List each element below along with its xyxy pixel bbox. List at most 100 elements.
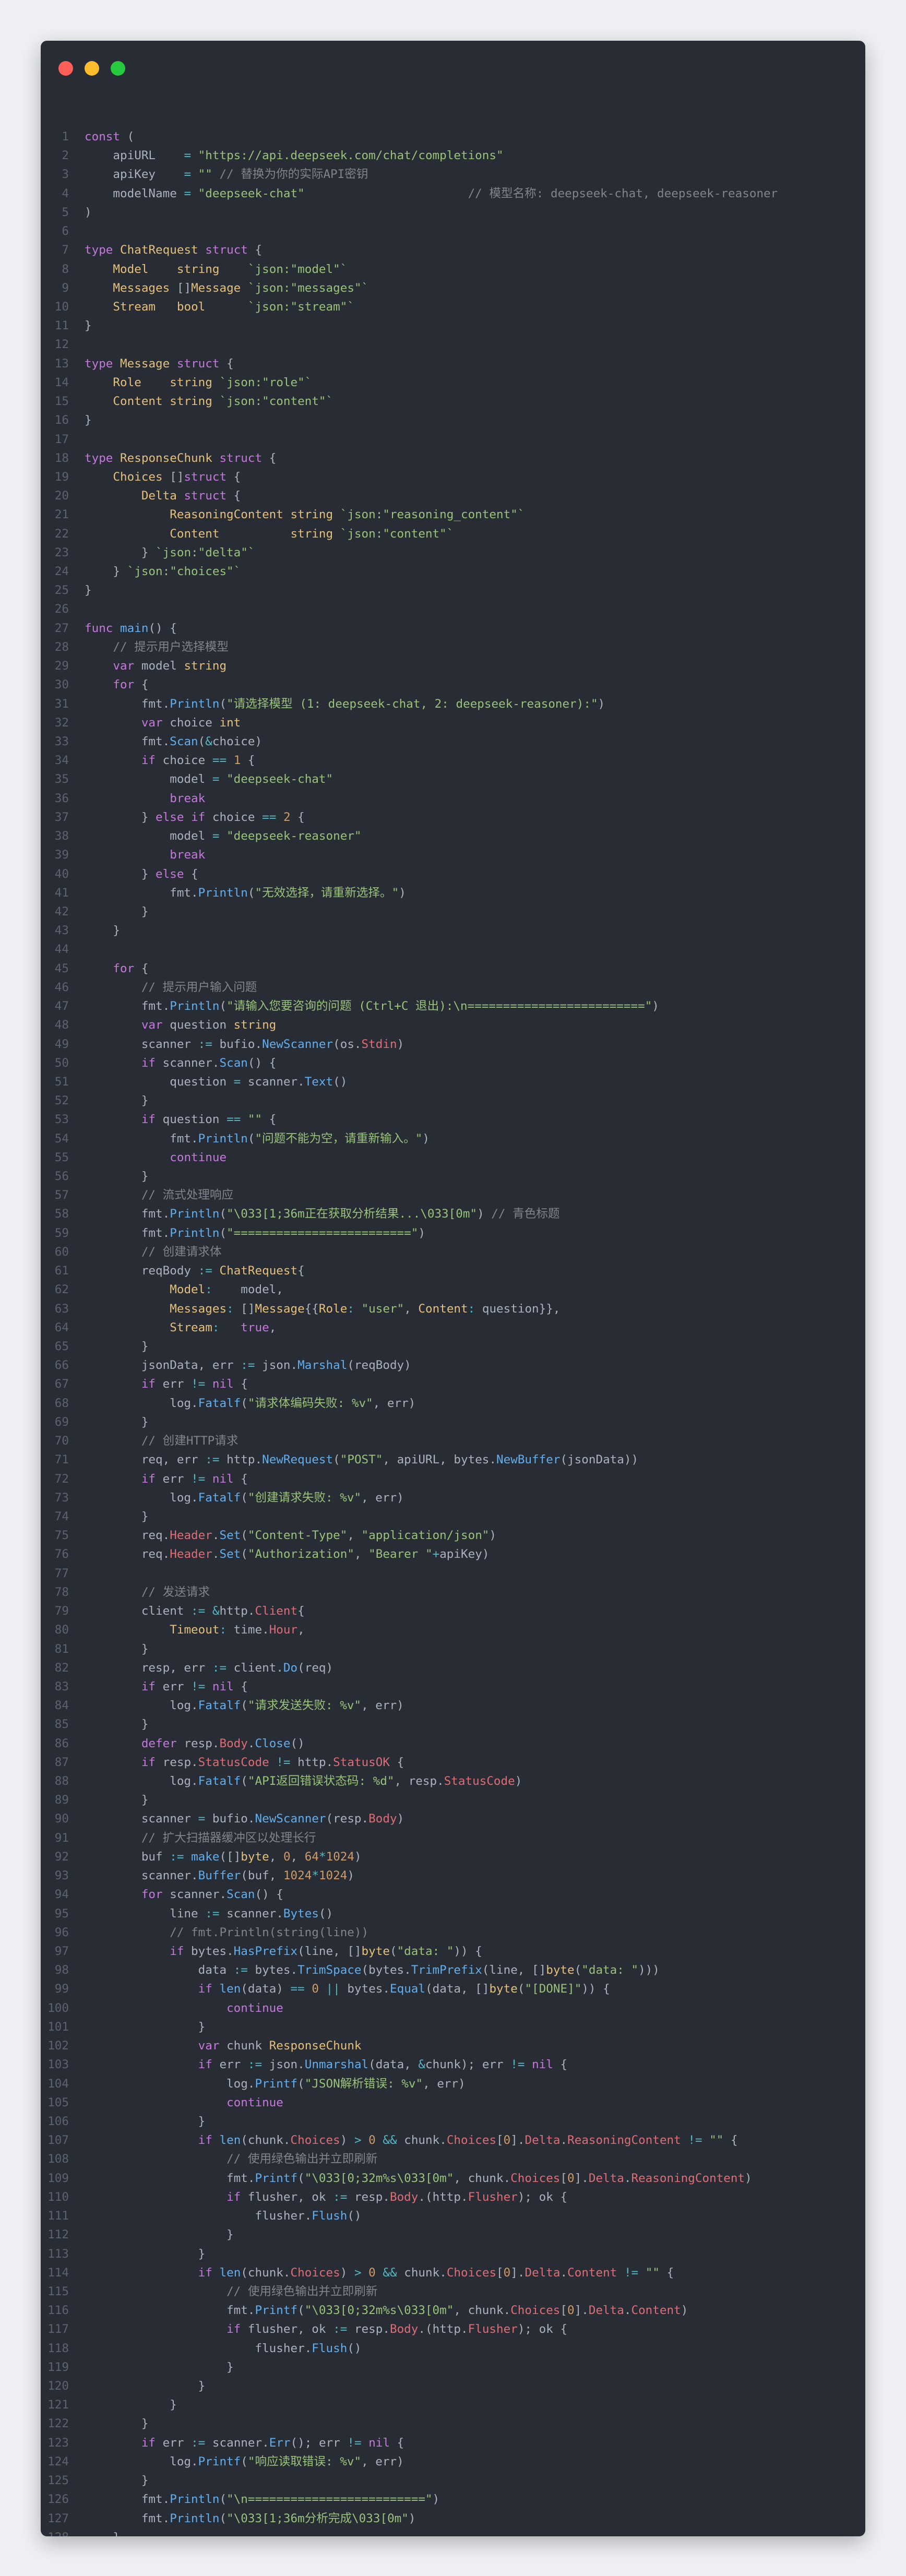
code-text: modelName = "deepseek-chat" // 模型名称: dee…	[85, 186, 778, 200]
line-number: 40	[54, 867, 69, 881]
code-text: } else if choice == 2 {	[85, 810, 305, 824]
line-number: 20	[54, 489, 69, 503]
line-number: 3	[62, 168, 69, 182]
line-number: 32	[54, 715, 69, 730]
line-number: 4	[62, 186, 69, 200]
code-text: defer resp.Body.Close()	[141, 1736, 305, 1750]
line-number: 77	[54, 1566, 69, 1580]
code-text: }	[85, 2474, 149, 2488]
code-text: fmt.Scan(&choice)	[85, 735, 263, 748]
line-number: 56	[54, 1170, 69, 1184]
close-window-dot[interactable]	[58, 61, 73, 76]
code-line: 10 Stream bool `json:"stream"`	[41, 297, 865, 316]
code-text: )	[85, 205, 92, 219]
code-line: 78 // 发送请求	[41, 1583, 865, 1602]
line-number: 13	[54, 356, 69, 371]
code-line: 113 }	[41, 2245, 865, 2263]
line-number: 31	[54, 697, 69, 711]
line-number: 73	[54, 1490, 69, 1505]
code-text: continue	[227, 2001, 283, 2015]
line-number: 66	[54, 1358, 69, 1373]
code-text: req.Header.Set("Content-Type", "applicat…	[85, 1529, 497, 1543]
code-text: for scanner.Scan() {	[141, 1888, 283, 1902]
code-text: scanner := bufio.NewScanner(os.Stdin)	[85, 1037, 404, 1051]
code-line: 120 }	[41, 2377, 865, 2395]
code-text: // 提示用户选择模型	[113, 640, 229, 654]
line-number: 80	[54, 1623, 69, 1637]
code-text: }	[85, 1340, 149, 1353]
code-text: Model string `json:"model"`	[113, 262, 348, 276]
code-text: } `json:"delta"`	[85, 545, 255, 559]
line-number: 26	[54, 602, 69, 616]
line-number: 104	[47, 2077, 69, 2091]
code-line: 116 fmt.Printf("\033[0;32m%s\033[0m", ch…	[41, 2301, 865, 2320]
line-number: 18	[54, 451, 69, 465]
code-text: scanner = bufio.NewScanner(resp.Body)	[85, 1812, 404, 1826]
code-window: 1 const (2 apiURL = "https://api.deepseek…	[41, 41, 865, 2536]
code-text: fmt.Println("\033[1;36m分析完成\033[0m")	[85, 2511, 416, 2525]
line-number: 51	[54, 1075, 69, 1089]
line-number: 114	[47, 2265, 69, 2280]
line-number: 112	[47, 2228, 69, 2242]
line-number: 109	[47, 2171, 69, 2185]
line-number: 7	[62, 243, 69, 257]
line-number: 61	[54, 1264, 69, 1278]
code-text: Delta struct {	[141, 489, 241, 503]
code-text: }	[85, 1415, 149, 1429]
line-number: 78	[54, 1585, 69, 1599]
code-text: Messages []Message `json:"messages"`	[113, 281, 369, 295]
code-text: scanner.Buffer(buf, 1024*1024)	[85, 1869, 354, 1883]
line-number: 115	[47, 2284, 69, 2298]
maximize-window-dot[interactable]	[111, 61, 125, 76]
code-line: 93 scanner.Buffer(buf, 1024*1024)	[41, 1866, 865, 1885]
minimize-window-dot[interactable]	[85, 61, 99, 76]
code-line: 75 req.Header.Set("Content-Type", "appli…	[41, 1526, 865, 1545]
code-line: 55 continue	[41, 1148, 865, 1167]
line-number: 118	[47, 2341, 69, 2355]
code-text: }	[85, 1793, 149, 1807]
line-number: 116	[47, 2304, 69, 2318]
code-line: 71 req, err := http.NewRequest("POST", a…	[41, 1450, 865, 1469]
code-text: fmt.Printf("\033[0;32m%s\033[0m", chunk.…	[85, 2304, 688, 2318]
code-text: // 流式处理响应	[141, 1188, 234, 1202]
code-line: 24 } `json:"choices"`	[41, 562, 865, 581]
code-line: 94 for scanner.Scan() {	[41, 1885, 865, 1904]
code-line: 21 ReasoningContent string `json:"reason…	[41, 505, 865, 524]
code-text: resp, err := client.Do(req)	[85, 1661, 333, 1675]
line-number: 15	[54, 395, 69, 409]
line-number: 107	[47, 2133, 69, 2148]
code-line: 101 }	[41, 2018, 865, 2036]
window-titlebar	[41, 41, 865, 95]
code-text: // fmt.Println(string(line))	[170, 1925, 369, 1939]
line-number: 46	[54, 980, 69, 994]
code-text: type Message struct {	[85, 356, 234, 371]
line-number: 34	[54, 754, 69, 768]
code-text: for {	[113, 961, 149, 975]
code-text: }	[85, 904, 149, 919]
code-line: 100 continue	[41, 1999, 865, 2018]
code-text: if err != nil {	[141, 1377, 248, 1391]
code-line: 41 fmt.Println("无效选择，请重新选择。")	[41, 884, 865, 902]
code-text: if err != nil {	[141, 1472, 248, 1486]
code-text: if flusher, ok := resp.Body.(http.Flushe…	[227, 2322, 568, 2336]
line-number: 38	[54, 829, 69, 843]
code-line: 14 Role string `json:"role"`	[41, 373, 865, 392]
code-text: }	[85, 1094, 149, 1108]
code-text: flusher.Flush()	[85, 2341, 362, 2355]
line-number: 101	[47, 2020, 69, 2034]
code-line: 45 for {	[41, 959, 865, 978]
line-number: 42	[54, 904, 69, 919]
code-text: buf := make([]byte, 0, 64*1024)	[85, 1850, 362, 1864]
code-text: var chunk ResponseChunk	[198, 2039, 362, 2053]
code-text: if flusher, ok := resp.Body.(http.Flushe…	[227, 2190, 568, 2204]
code-line: 119 }	[41, 2358, 865, 2377]
line-number: 54	[54, 1131, 69, 1146]
code-text: jsonData, err := json.Marshal(reqBody)	[85, 1358, 411, 1373]
code-line: 3 apiKey = "" // 替换为你的实际API密钥	[41, 165, 865, 184]
code-line: 48 var question string	[41, 1016, 865, 1034]
code-line: 87 if resp.StatusCode != http.StatusOK {	[41, 1753, 865, 1772]
code-line: 49 scanner := bufio.NewScanner(os.Stdin)	[41, 1035, 865, 1054]
line-number: 17	[54, 432, 69, 446]
code-line: 31 fmt.Println("请选择模型 (1: deepseek-chat,…	[41, 695, 865, 713]
code-text: fmt.Println("请输入您要咨询的问题 (Ctrl+C 退出):\n==…	[85, 999, 659, 1013]
